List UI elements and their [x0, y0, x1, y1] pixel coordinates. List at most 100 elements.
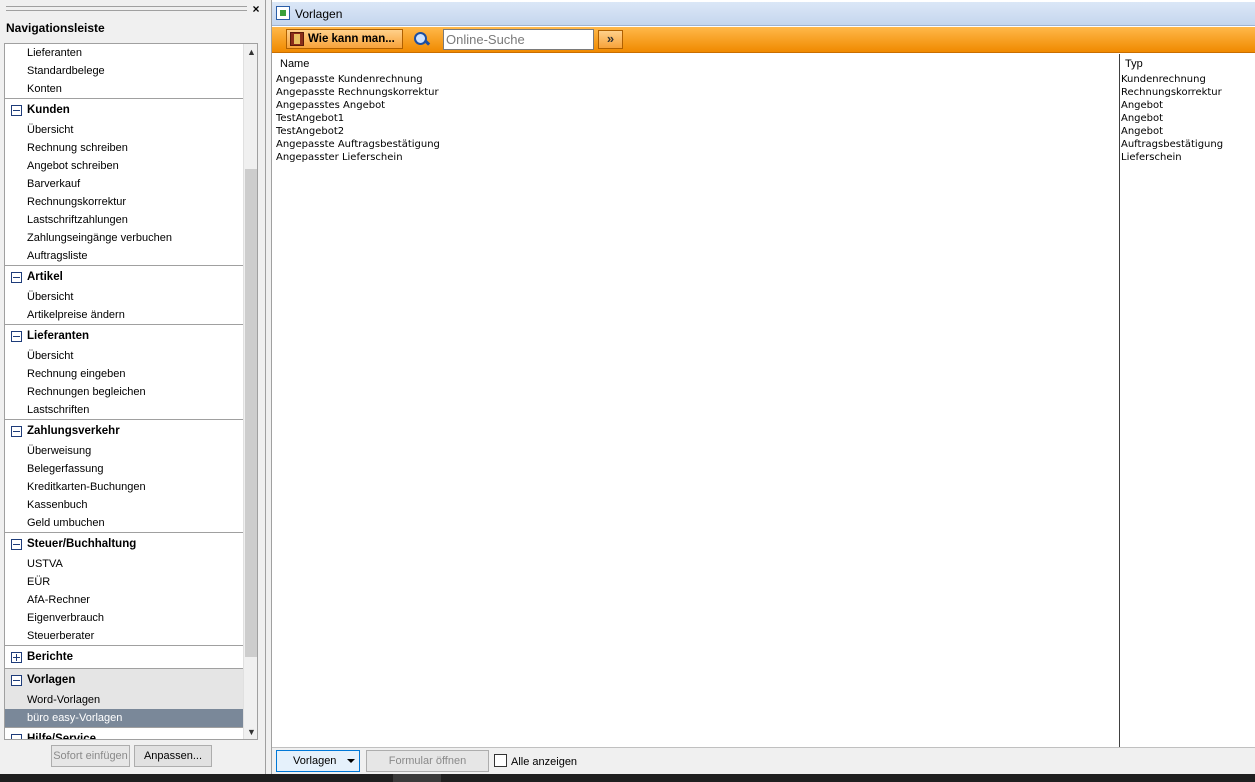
nav-group-label: Kunden: [27, 103, 70, 116]
nav-group-label: Vorlagen: [27, 673, 76, 686]
nav-item-eigenverbrauch[interactable]: Eigenverbrauch: [5, 609, 243, 627]
nav-group-kunden[interactable]: Kunden: [5, 98, 243, 121]
bottom-bar: Vorlagen Formular öffnen Alle anzeigen: [272, 747, 1255, 774]
row-type: Lieferschein: [1121, 152, 1182, 163]
nav-group-label: Artikel: [27, 270, 63, 283]
insert-now-button[interactable]: Sofort einfügen: [51, 745, 130, 767]
nav-item-standardbelege[interactable]: Standardbelege: [5, 62, 243, 80]
nav-group-zahlungsverkehr[interactable]: Zahlungsverkehr: [5, 419, 243, 442]
templates-list: Name Typ Angepasste Kundenrechnung Kunden…: [273, 54, 1255, 747]
nav-item-steuerberater[interactable]: Steuerberater: [5, 627, 243, 645]
collapse-icon[interactable]: [11, 330, 22, 342]
nav-item-geld-umbuchen[interactable]: Geld umbuchen: [5, 514, 243, 532]
table-row[interactable]: Angepasste Kundenrechnung Kundenrechnung: [273, 73, 1255, 86]
nav-item-kassenbuch[interactable]: Kassenbuch: [5, 496, 243, 514]
nav-item-barverkauf[interactable]: Barverkauf: [5, 175, 243, 193]
table-row[interactable]: Angepasste Auftragsbestätigung Auftragsbe…: [273, 138, 1255, 151]
nav-item-eur[interactable]: EÜR: [5, 573, 243, 591]
collapse-icon[interactable]: [11, 674, 22, 686]
nav-item-ustva[interactable]: USTVA: [5, 555, 243, 573]
toolbar: Wie kann man... »: [272, 27, 1255, 53]
dropdown-arrow-icon: [347, 759, 355, 763]
how-to-button[interactable]: Wie kann man...: [286, 29, 403, 49]
nav-item-kreditkarten-buchungen[interactable]: Kreditkarten-Buchungen: [5, 478, 243, 496]
nav-item-rechnungen-begleichen[interactable]: Rechnungen begleichen: [5, 383, 243, 401]
nav-item-buro-easy-vorlagen[interactable]: büro easy-Vorlagen: [5, 709, 243, 727]
nav-group-artikel[interactable]: Artikel: [5, 265, 243, 288]
table-row[interactable]: TestAngebot1 Angebot: [273, 112, 1255, 125]
nav-item-angebot-schreiben[interactable]: Angebot schreiben: [5, 157, 243, 175]
nav-item-ubersicht[interactable]: Übersicht: [5, 347, 243, 365]
row-name: Angepasster Lieferschein: [276, 152, 403, 163]
column-header-type[interactable]: Typ: [1125, 58, 1143, 70]
navigation-panel: × Navigationsleiste Lieferanten Standardb…: [0, 0, 266, 774]
table-row[interactable]: TestAngebot2 Angebot: [273, 125, 1255, 138]
nav-item-artikelpreise-andern[interactable]: Artikelpreise ändern: [5, 306, 243, 324]
row-name: TestAngebot2: [276, 126, 345, 137]
scroll-thumb[interactable]: [245, 169, 257, 657]
open-form-button[interactable]: Formular öffnen: [366, 750, 489, 772]
online-search-input[interactable]: [443, 29, 594, 50]
row-type: Rechnungskorrektur: [1121, 87, 1222, 98]
nav-item-belegerfassung[interactable]: Belegerfassung: [5, 460, 243, 478]
table-row[interactable]: Angepasster Lieferschein Lieferschein: [273, 151, 1255, 164]
main-titlebar: Vorlagen: [272, 2, 1255, 26]
book-icon: [290, 32, 304, 46]
row-type: Angebot: [1121, 113, 1164, 124]
collapse-icon[interactable]: [11, 271, 22, 283]
nav-item-konten[interactable]: Konten: [5, 80, 243, 98]
nav-item-lastschriften[interactable]: Lastschriften: [5, 401, 243, 419]
nav-group-label: Berichte: [27, 650, 74, 663]
collapse-icon[interactable]: [11, 104, 22, 116]
nav-item-uberweisung[interactable]: Überweisung: [5, 442, 243, 460]
collapse-icon[interactable]: [11, 733, 22, 739]
nav-item-rechnungskorrektur[interactable]: Rechnungskorrektur: [5, 193, 243, 211]
collapse-icon[interactable]: [11, 538, 22, 550]
nav-buttons: Sofort einfügen Anpassen...: [0, 745, 266, 771]
how-to-label: Wie kann man...: [308, 33, 395, 45]
nav-item-ubersicht[interactable]: Übersicht: [5, 121, 243, 139]
row-type: Kundenrechnung: [1121, 74, 1206, 85]
table-row[interactable]: Angepasste Rechnungskorrektur Rechnungsko…: [273, 86, 1255, 99]
taskbar-item[interactable]: [393, 774, 441, 782]
search-icon[interactable]: [412, 30, 432, 50]
nav-item-ubersicht[interactable]: Übersicht: [5, 288, 243, 306]
nav-item-rechnung-eingeben[interactable]: Rechnung eingeben: [5, 365, 243, 383]
search-go-button[interactable]: »: [598, 30, 623, 49]
row-name: Angepasstes Angebot: [276, 100, 386, 111]
taskbar: [0, 774, 1255, 782]
scroll-down-icon[interactable]: ▼: [244, 724, 257, 739]
show-all-checkbox[interactable]: [494, 754, 507, 767]
nav-group-label: Zahlungsverkehr: [27, 424, 120, 437]
nav-group-label: Hilfe/Service: [27, 732, 97, 740]
nav-items: Lieferanten Standardbelege Konten Kunden Übe…: [5, 44, 243, 740]
nav-item-rechnung-schreiben[interactable]: Rechnung schreiben: [5, 139, 243, 157]
nav-item-lieferanten[interactable]: Lieferanten: [5, 44, 243, 62]
column-header-name[interactable]: Name: [280, 58, 309, 70]
nav-title: Navigationsleiste: [6, 21, 105, 35]
nav-close-icon[interactable]: ×: [249, 2, 263, 16]
scroll-up-icon[interactable]: ▲: [244, 44, 257, 60]
nav-titlebar: × Navigationsleiste: [0, 0, 266, 40]
nav-group-berichte[interactable]: Berichte: [5, 645, 243, 668]
nav-item-zahlungseingange-verbuchen[interactable]: Zahlungseingänge verbuchen: [5, 229, 243, 247]
nav-item-auftragsliste[interactable]: Auftragsliste: [5, 247, 243, 265]
customize-button[interactable]: Anpassen...: [134, 745, 212, 767]
nav-item-word-vorlagen[interactable]: Word-Vorlagen: [5, 691, 243, 709]
nav-scrollbar[interactable]: ▲ ▼: [243, 44, 257, 739]
collapse-icon[interactable]: [11, 425, 22, 437]
row-name: Angepasste Rechnungskorrektur: [276, 87, 439, 98]
nav-list: Lieferanten Standardbelege Konten Kunden Übe…: [4, 43, 258, 740]
table-row[interactable]: Angepasstes Angebot Angebot: [273, 99, 1255, 112]
main-panel: Vorlagen Wie kann man... » Name Typ Ange…: [271, 0, 1255, 774]
nav-group-hilfe-service[interactable]: Hilfe/Service: [5, 727, 243, 740]
nav-group-steuer-buchhaltung[interactable]: Steuer/Buchhaltung: [5, 532, 243, 555]
nav-drag-grip[interactable]: [6, 6, 247, 11]
expand-icon[interactable]: [11, 651, 22, 663]
nav-group-vorlagen[interactable]: Vorlagen: [5, 668, 243, 691]
templates-dropdown-button[interactable]: Vorlagen: [276, 750, 360, 772]
show-all-label: Alle anzeigen: [511, 756, 578, 768]
nav-group-lieferanten[interactable]: Lieferanten: [5, 324, 243, 347]
nav-item-lastschriftzahlungen[interactable]: Lastschriftzahlungen: [5, 211, 243, 229]
nav-item-afa-rechner[interactable]: AfA-Rechner: [5, 591, 243, 609]
